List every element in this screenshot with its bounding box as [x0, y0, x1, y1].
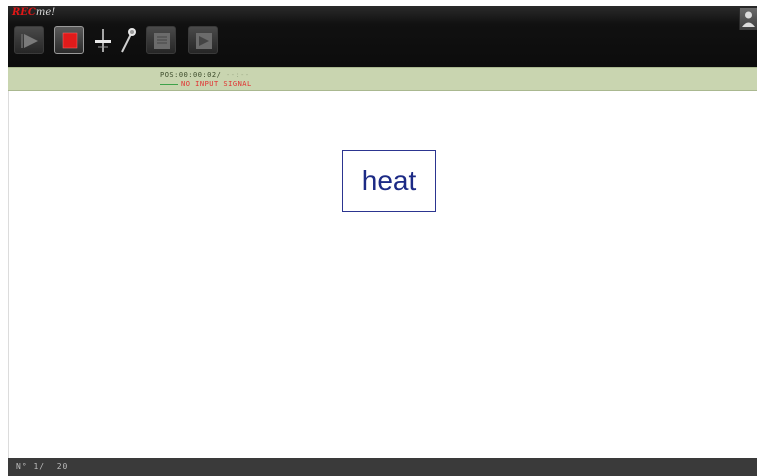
- play-button[interactable]: [14, 26, 44, 54]
- signal-text: NO INPUT SIGNAL: [181, 80, 252, 88]
- next-page-button[interactable]: [188, 26, 218, 54]
- footer-bar: N° 1/ 20: [8, 458, 757, 476]
- microphone-icon: [121, 28, 136, 53]
- user-button[interactable]: [739, 8, 757, 30]
- stop-button[interactable]: [54, 26, 84, 54]
- user-icon: [742, 11, 755, 27]
- level-slider-icon: [95, 29, 111, 52]
- level-slider[interactable]: [91, 26, 115, 54]
- toolbar: RECme!: [8, 6, 757, 67]
- logo-prefix: REC: [12, 7, 36, 18]
- position-readout: POS:00:00:02/ --:--: [160, 71, 250, 79]
- microphone-button[interactable]: [116, 26, 140, 54]
- input-signal-status: NO INPUT SIGNAL: [160, 80, 252, 88]
- logo-suffix: me!: [35, 7, 56, 18]
- app-logo: RECme!: [12, 7, 55, 19]
- stop-icon: [62, 32, 78, 49]
- word-card: heat: [342, 150, 436, 212]
- position-total: --:--: [226, 71, 250, 79]
- signal-level-line: [160, 83, 178, 85]
- status-strip: POS:00:00:02/ --:-- NO INPUT SIGNAL: [8, 67, 757, 91]
- recorder-app: RECme! POS:00:00:02/ --:-- NO INPUT SIGN…: [0, 0, 757, 476]
- item-counter: N° 1/ 20: [16, 462, 69, 471]
- page-back-icon: [154, 33, 170, 49]
- previous-page-button[interactable]: [146, 26, 176, 54]
- word-stage: heat: [8, 91, 757, 458]
- play-icon: [21, 34, 38, 48]
- page-forward-icon: [196, 33, 212, 49]
- prompt-word: heat: [361, 165, 417, 196]
- position-time: 00:00:02/: [178, 71, 222, 79]
- position-label: POS:: [160, 71, 179, 79]
